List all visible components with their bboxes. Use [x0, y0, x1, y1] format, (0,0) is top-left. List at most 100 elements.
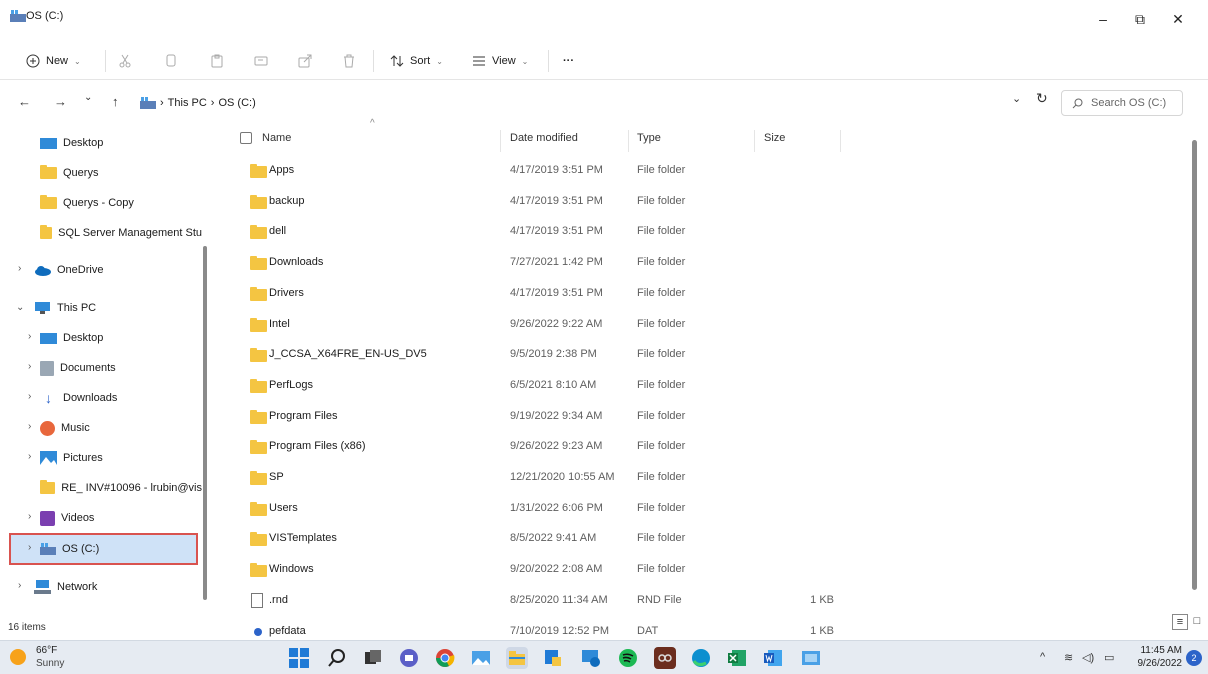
wifi-icon[interactable]: ≋	[1064, 651, 1073, 664]
sort-button[interactable]: Sort ⌄	[390, 48, 443, 74]
sidebar-item-documents[interactable]: Documents	[40, 355, 116, 381]
weather-temperature[interactable]: 66°F	[36, 645, 57, 656]
excel-icon[interactable]	[726, 647, 748, 669]
file-row[interactable]: Drivers 4/17/2019 3:51 PM File folder	[220, 279, 840, 309]
sidebar-item-pictures[interactable]: Pictures	[40, 445, 103, 471]
select-all-checkbox[interactable]	[240, 132, 252, 144]
expand-chevron-icon[interactable]: ›	[18, 580, 21, 591]
new-button[interactable]: New ⌄	[26, 48, 81, 74]
sidebar-item-videos[interactable]: Videos	[40, 505, 94, 531]
file-row[interactable]: VISTemplates 8/5/2022 9:41 AM File folder	[220, 524, 840, 554]
sidebar-item-querys-copy[interactable]: Querys - Copy	[40, 190, 134, 216]
expand-chevron-icon[interactable]: ›	[28, 511, 31, 522]
file-row[interactable]: Apps 4/17/2019 3:51 PM File folder	[220, 156, 840, 186]
sidebar-item-sql-server[interactable]: SQL Server Management Stu	[40, 220, 202, 246]
close-button[interactable]: ✕	[1163, 8, 1193, 30]
file-row[interactable]: PerfLogs 6/5/2021 8:10 AM File folder	[220, 371, 840, 401]
sidebar-item-downloads[interactable]: ↓ Downloads	[40, 385, 117, 411]
more-options-button[interactable]: ···	[563, 48, 574, 74]
copy-button[interactable]	[164, 48, 178, 74]
word-icon[interactable]	[762, 647, 784, 669]
share-button[interactable]	[298, 48, 312, 74]
expand-chevron-icon[interactable]: ›	[28, 451, 31, 462]
spotify-icon[interactable]	[617, 647, 639, 669]
task-view-icon[interactable]	[362, 647, 384, 669]
refresh-button[interactable]: ↻	[1036, 90, 1048, 107]
sidebar-item-network[interactable]: Network	[34, 574, 97, 600]
column-divider[interactable]	[628, 130, 629, 152]
file-list-scrollbar[interactable]	[1192, 140, 1197, 590]
file-row[interactable]: Intel 9/26/2022 9:22 AM File folder	[220, 310, 840, 340]
file-row[interactable]: Program Files (x86) 9/26/2022 9:23 AM File…	[220, 432, 840, 462]
chrome-icon[interactable]	[434, 647, 456, 669]
edge-icon[interactable]	[690, 647, 712, 669]
search-input[interactable]: Search OS (C:)	[1061, 90, 1183, 116]
breadcrumb-this-pc[interactable]: This PC	[168, 97, 207, 109]
file-row[interactable]: dell 4/17/2019 3:51 PM File folder	[220, 217, 840, 247]
file-row[interactable]: Users 1/31/2022 6:06 PM File folder	[220, 494, 840, 524]
column-divider[interactable]	[754, 130, 755, 152]
column-header-name[interactable]: Name	[240, 132, 291, 144]
column-header-date[interactable]: Date modified	[510, 132, 578, 144]
snipping-tool-icon[interactable]	[542, 647, 564, 669]
clock-time[interactable]: 11:45 AM	[1130, 645, 1182, 656]
column-divider[interactable]	[840, 130, 841, 152]
navigation-pane-scrollbar[interactable]	[203, 246, 207, 600]
file-row[interactable]: Windows 9/20/2022 2:08 AM File folder	[220, 555, 840, 585]
minimize-button[interactable]: –	[1088, 8, 1118, 30]
file-row[interactable]: J_CCSA_X64FRE_EN-US_DV5 9/5/2019 2:38 PM F…	[220, 340, 840, 370]
file-row[interactable]: .rnd 8/25/2020 11:34 AM RND File 1 KB	[220, 586, 840, 616]
photos-icon[interactable]	[470, 647, 492, 669]
expand-chevron-icon[interactable]: ›	[18, 263, 21, 274]
file-explorer-icon[interactable]	[506, 647, 528, 669]
expand-chevron-icon[interactable]: ›	[28, 361, 31, 372]
tiles-view-button[interactable]: □	[1189, 614, 1205, 630]
expand-chevron-icon[interactable]: ›	[28, 421, 31, 432]
remote-desktop-icon[interactable]	[580, 647, 602, 669]
app-icon[interactable]	[654, 647, 676, 669]
maximize-button[interactable]: ⧉	[1125, 8, 1155, 30]
delete-button[interactable]	[342, 48, 356, 74]
column-header-type[interactable]: Type	[637, 132, 661, 144]
notification-badge[interactable]: 2	[1186, 650, 1202, 666]
battery-icon[interactable]: ▭	[1104, 651, 1114, 664]
details-view-button[interactable]: ≡	[1172, 614, 1188, 630]
file-row[interactable]: Program Files 9/19/2022 9:34 AM File folde…	[220, 402, 840, 432]
recent-locations-button[interactable]: ⌄	[84, 92, 92, 103]
cut-button[interactable]	[118, 48, 132, 74]
up-button[interactable]: ↑	[112, 94, 119, 109]
clock-date[interactable]: 9/26/2022	[1130, 658, 1183, 669]
expand-chevron-icon[interactable]: ›	[28, 391, 31, 402]
control-panel-icon[interactable]	[800, 647, 822, 669]
sidebar-item-querys[interactable]: Querys	[40, 160, 98, 186]
file-row[interactable]: backup 4/17/2019 3:51 PM File folder	[220, 187, 840, 217]
back-button[interactable]: ←	[18, 94, 31, 109]
view-button[interactable]: View ⌄	[472, 48, 528, 74]
sidebar-item-os-c[interactable]: OS (C:)	[40, 536, 99, 562]
rename-button[interactable]	[254, 48, 268, 74]
show-hidden-icons-chevron[interactable]: ^	[1040, 651, 1045, 663]
volume-icon[interactable]: ◁)	[1082, 651, 1094, 664]
sidebar-item-re-inv[interactable]: RE_ INV#10096 - lrubin@vis	[40, 475, 202, 501]
file-row[interactable]: SP 12/21/2020 10:55 AM File folder	[220, 463, 840, 493]
column-header-size[interactable]: Size	[764, 132, 785, 144]
search-icon[interactable]	[326, 647, 348, 669]
address-dropdown-button[interactable]: ⌄	[1012, 92, 1021, 105]
start-icon[interactable]	[288, 647, 310, 669]
paste-button[interactable]	[210, 48, 224, 74]
file-row[interactable]: Downloads 7/27/2021 1:42 PM File folder	[220, 248, 840, 278]
sidebar-item-desktop-quick[interactable]: Desktop	[40, 130, 103, 156]
teams-chat-icon[interactable]	[398, 647, 420, 669]
collapse-chevron-icon[interactable]: ⌄	[16, 302, 24, 313]
expand-chevron-icon[interactable]: ›	[28, 542, 31, 553]
sidebar-item-this-pc[interactable]: This PC	[34, 295, 96, 321]
breadcrumb-os-c[interactable]: OS (C:)	[218, 97, 255, 109]
sidebar-item-onedrive[interactable]: OneDrive	[34, 257, 103, 283]
sun-icon[interactable]	[10, 649, 26, 665]
sidebar-item-music[interactable]: Music	[40, 415, 90, 441]
column-divider[interactable]	[500, 130, 501, 152]
sidebar-item-desktop[interactable]: Desktop	[40, 325, 103, 351]
weather-condition[interactable]: Sunny	[36, 658, 64, 669]
address-bar[interactable]: › This PC › OS (C:)	[140, 90, 1060, 116]
expand-chevron-icon[interactable]: ›	[28, 331, 31, 342]
